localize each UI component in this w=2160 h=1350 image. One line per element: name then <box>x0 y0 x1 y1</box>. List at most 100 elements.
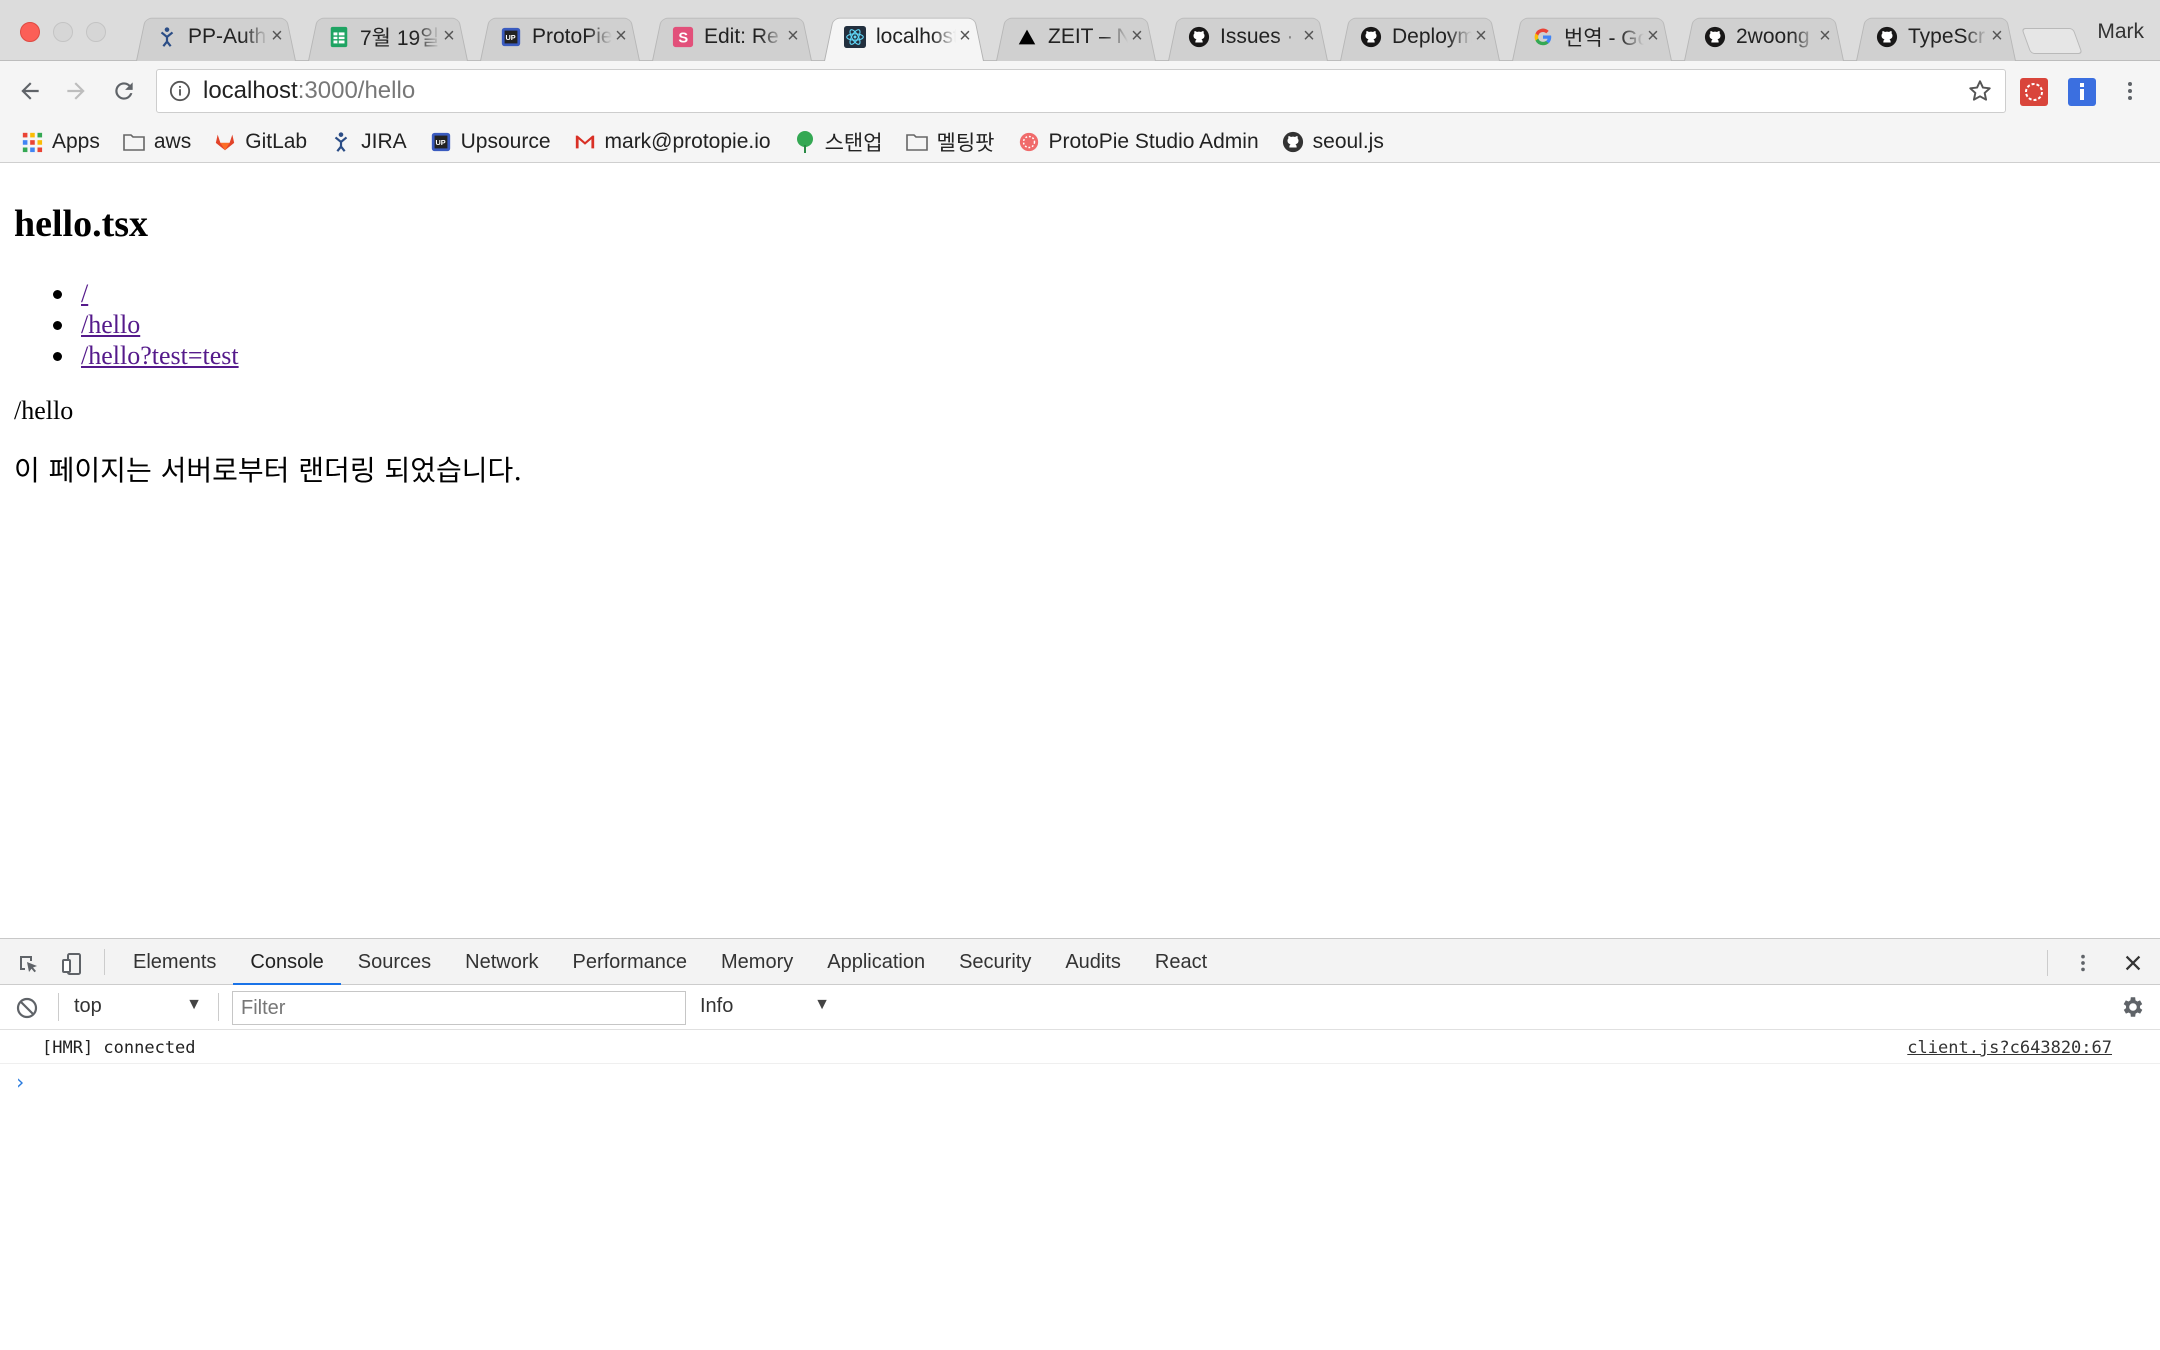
back-button[interactable] <box>14 75 46 107</box>
tab-title: localhost <box>876 24 956 48</box>
bookmark-item[interactable]: mark@protopie.io <box>573 130 771 154</box>
profile-name[interactable]: Mark <box>2097 20 2144 44</box>
bookmark-label: aws <box>153 129 192 153</box>
leaf-icon <box>793 130 817 154</box>
console-filter-input[interactable] <box>232 991 686 1025</box>
extension-protopie-icon[interactable] <box>2020 78 2048 106</box>
close-tab-icon[interactable]: × <box>612 25 630 48</box>
devtools-tab-network[interactable]: Network <box>448 939 555 985</box>
devtools-menu-icon[interactable] <box>2072 952 2094 974</box>
browser-tab[interactable]: ZEIT – N × <box>990 12 1162 61</box>
github-icon <box>1876 26 1898 48</box>
bookmark-item[interactable]: GitLab <box>213 130 307 154</box>
browser-tab[interactable]: UP ProtoPie × <box>474 12 646 61</box>
tab-title: Edit: Re <box>704 24 779 48</box>
close-tab-icon[interactable]: × <box>956 25 974 48</box>
close-tab-icon[interactable]: × <box>1816 25 1834 48</box>
url-text[interactable]: localhost:3000/hello <box>203 77 415 105</box>
current-pathname: /hello <box>14 396 74 425</box>
browser-tab[interactable]: TypeScr × <box>1850 12 2022 61</box>
close-tab-icon[interactable]: × <box>440 25 458 48</box>
bookmark-item[interactable]: JIRA <box>329 130 407 154</box>
bookmark-item[interactable]: Apps <box>20 130 100 154</box>
svg-text:UP: UP <box>435 137 445 146</box>
close-tab-icon[interactable]: × <box>1472 25 1490 48</box>
clear-console-icon[interactable] <box>15 996 39 1025</box>
tab-title: 번역 - Go <box>1564 26 1644 50</box>
devtools-tab-performance[interactable]: Performance <box>556 939 705 985</box>
devtools-tab-application[interactable]: Application <box>810 939 942 985</box>
device-toolbar-icon[interactable] <box>58 950 86 978</box>
nav-link-list: / /hello /hello?test=test <box>48 278 239 371</box>
bookmark-item[interactable]: 스탠업 <box>793 127 883 157</box>
bookmark-item[interactable]: UP Upsource <box>429 130 551 154</box>
console-message-source-link[interactable]: client.js?c643820:67 <box>1907 1038 2112 1058</box>
bookmark-label: GitLab <box>245 129 308 153</box>
link-hello-query[interactable]: /hello?test=test <box>81 341 239 370</box>
inspect-element-icon[interactable] <box>14 950 42 978</box>
reload-button[interactable] <box>108 75 140 107</box>
devtools-tab-console[interactable]: Console <box>233 939 342 986</box>
bookmark-label: ProtoPie Studio Admin <box>1048 129 1259 153</box>
tab-title: Deploym <box>1392 24 1472 48</box>
svg-text:S: S <box>678 30 688 46</box>
browser-tab[interactable]: PP-Auth × <box>130 12 302 61</box>
close-window-button[interactable] <box>20 22 40 42</box>
devtools-tab-audits[interactable]: Audits <box>1048 939 1138 985</box>
devtools-tab-sources[interactable]: Sources <box>341 939 448 985</box>
devtools-tab-security[interactable]: Security <box>942 939 1048 985</box>
extension-info-icon[interactable] <box>2068 78 2096 106</box>
apps-grid-icon <box>20 130 44 154</box>
bookmark-item[interactable]: ProtoPie Studio Admin <box>1017 130 1259 154</box>
browser-tab[interactable]: S Edit: Re × <box>646 12 818 61</box>
browser-tab[interactable]: Issues · × <box>1162 12 1334 61</box>
dropdown-triangle-icon: ▼ <box>814 996 830 1013</box>
browser-tab[interactable]: localhost × <box>818 12 990 61</box>
minimize-window-button[interactable] <box>53 22 73 42</box>
close-tab-icon[interactable]: × <box>784 25 802 48</box>
close-tab-icon[interactable]: × <box>268 25 286 48</box>
address-bar[interactable]: localhost:3000/hello <box>156 69 2006 113</box>
tab-title: 7월 19일 <box>360 26 440 50</box>
bookmark-star-icon[interactable] <box>1967 78 1993 109</box>
close-tab-icon[interactable]: × <box>1988 25 2006 48</box>
link-root[interactable]: / <box>81 279 88 308</box>
console-toolbar: top ▼ Info ▼ <box>0 985 2160 1030</box>
devtools-tabbar: Elements Console Sources Network Performance… <box>0 939 2160 986</box>
browser-tab[interactable]: 7월 19일 × <box>302 12 474 61</box>
browser-tab[interactable]: 2woong × <box>1678 12 1850 61</box>
close-tab-icon[interactable]: × <box>1128 25 1146 48</box>
link-hello[interactable]: /hello <box>81 310 140 339</box>
dropdown-triangle-icon: ▼ <box>186 996 202 1013</box>
google-icon <box>1532 26 1554 48</box>
close-tab-icon[interactable]: × <box>1644 25 1662 48</box>
bookmark-item[interactable]: seoul.js <box>1281 130 1384 154</box>
folder-icon <box>905 130 929 154</box>
context-selector[interactable]: top ▼ <box>74 995 202 1018</box>
info-icon <box>169 80 191 102</box>
browser-tab[interactable]: Deploym × <box>1334 12 1506 61</box>
new-tab-button[interactable] <box>2021 28 2083 54</box>
zeit-icon <box>1016 26 1038 48</box>
jira-icon <box>156 26 178 48</box>
close-devtools-icon[interactable] <box>2122 952 2144 974</box>
console-settings-gear-icon[interactable] <box>2120 994 2146 1025</box>
zoom-window-button[interactable] <box>86 22 106 42</box>
devtools-tab-memory[interactable]: Memory <box>704 939 810 985</box>
console-prompt[interactable]: › <box>14 1070 26 1094</box>
devtools-tab-react[interactable]: React <box>1138 939 1224 985</box>
log-level-selector[interactable]: Info ▼ <box>700 995 830 1018</box>
github-icon <box>1188 26 1210 48</box>
devtools-panel: Elements Console Sources Network Performance… <box>0 938 2160 1350</box>
browser-menu-button[interactable] <box>2114 75 2146 107</box>
upsource-icon: UP <box>429 130 453 154</box>
page-heading: hello.tsx <box>14 203 149 245</box>
browser-toolbar: localhost:3000/hello <box>0 61 2160 121</box>
forward-button[interactable] <box>60 75 92 107</box>
page-content: hello.tsx / /hello /hello?test=test /hel… <box>0 164 2160 938</box>
close-tab-icon[interactable]: × <box>1300 25 1318 48</box>
bookmark-item[interactable]: 멜팅팟 <box>905 127 995 157</box>
bookmark-item[interactable]: aws <box>122 130 191 154</box>
browser-tab[interactable]: 번역 - Go × <box>1506 12 1678 61</box>
devtools-tab-elements[interactable]: Elements <box>116 939 233 985</box>
